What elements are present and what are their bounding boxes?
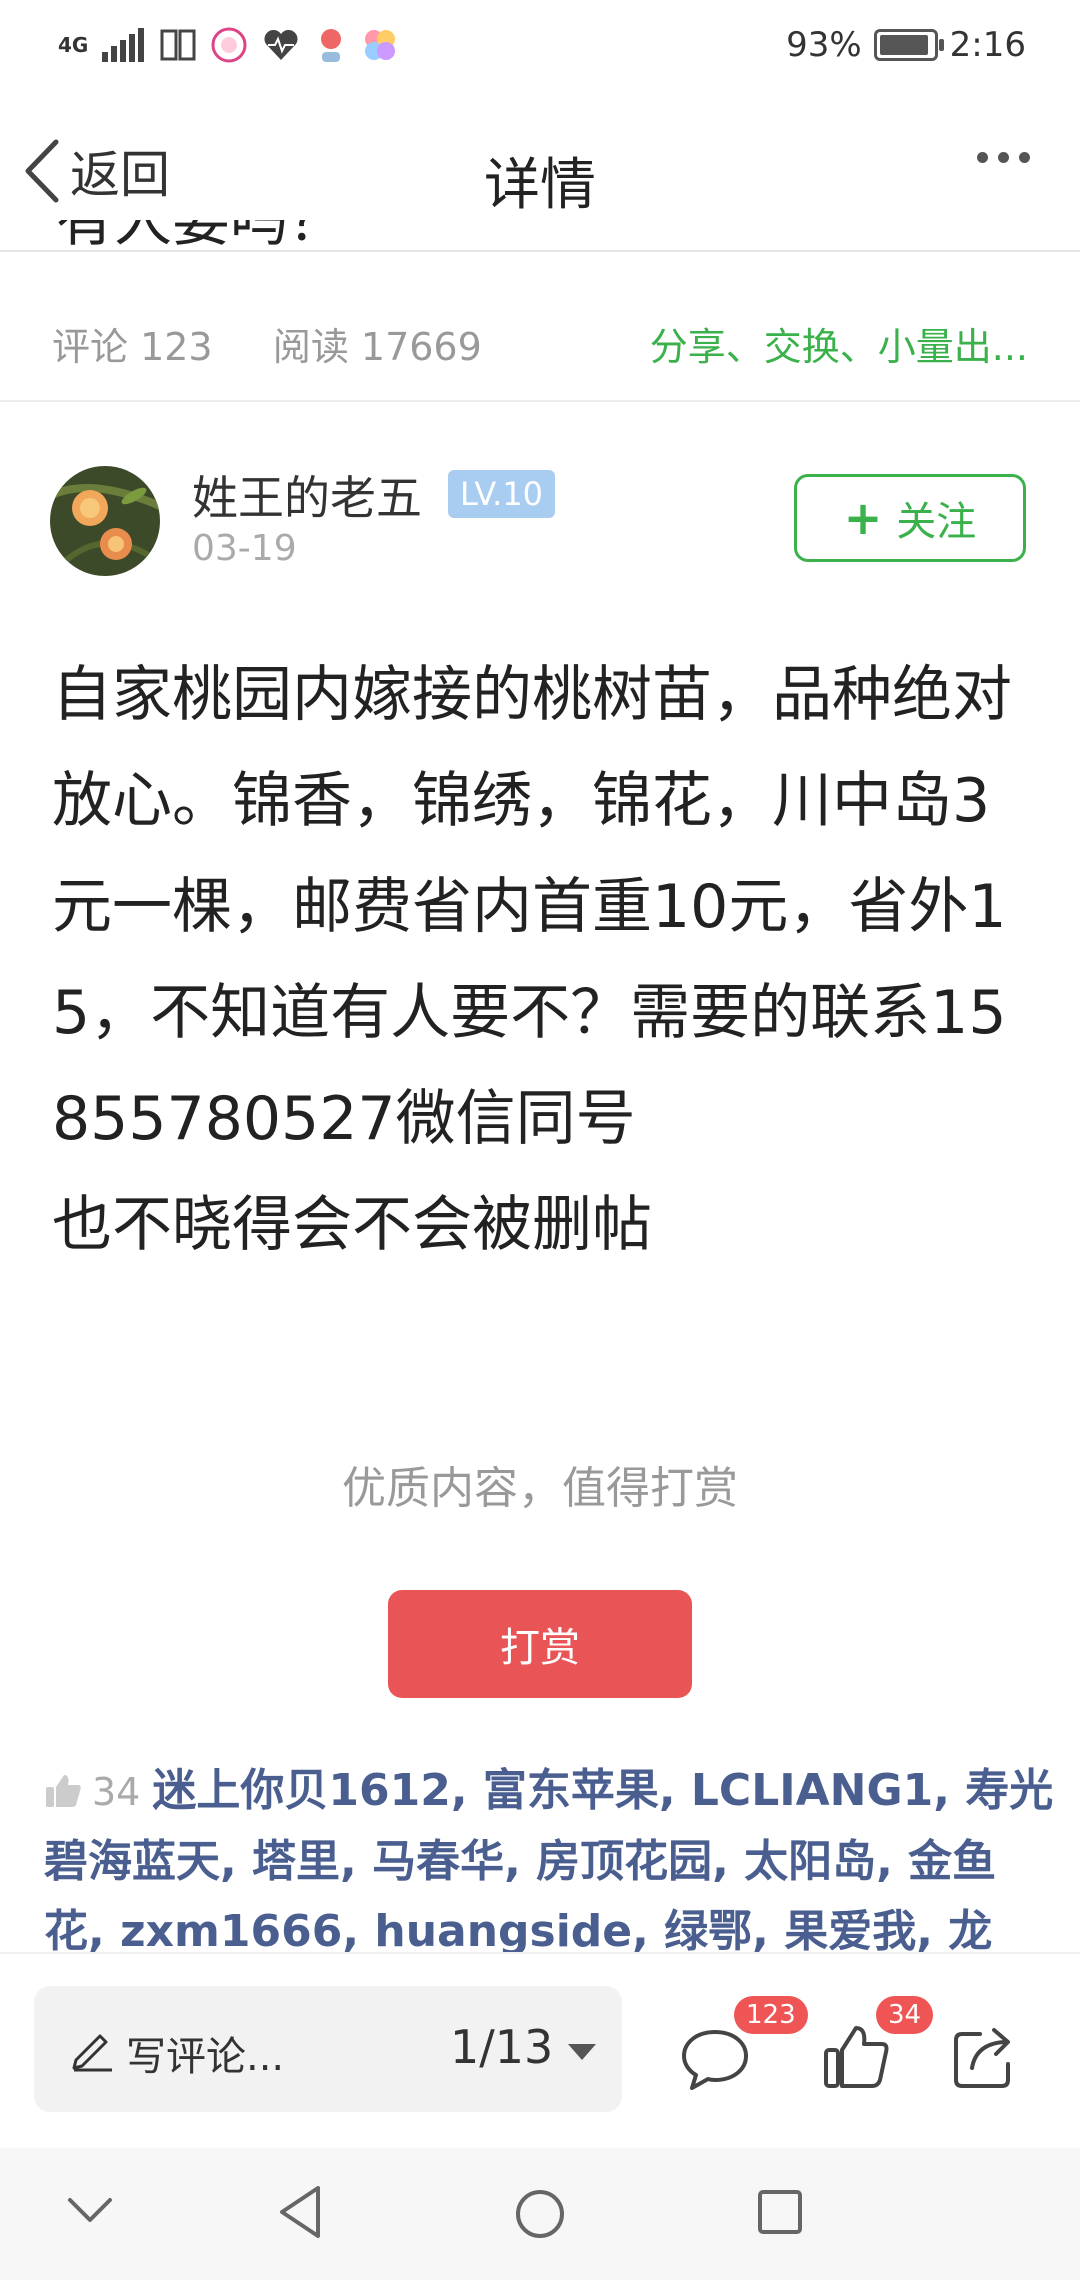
more-dots-icon[interactable] — [977, 152, 1030, 163]
thumbs-up-icon — [46, 1775, 81, 1807]
app-badge-icon — [211, 27, 247, 63]
recent-apps-square-icon[interactable] — [756, 2188, 804, 2236]
comment-count: 评论 123 — [52, 325, 213, 369]
post-body: 自家桃园内嫁接的桃树苗，品种绝对放心。锦香，锦绣，锦花，川中岛3元一棵，邮费省内… — [52, 642, 1036, 1278]
share-icon — [954, 2028, 1010, 2088]
photos-app-icon — [365, 30, 396, 60]
battery-level — [879, 35, 928, 55]
signal-icon — [102, 28, 145, 62]
system-nav-bar — [0, 2148, 1080, 2280]
status-icons-right: 93% 2:16 — [786, 22, 1026, 68]
likers-list: 34 迷上你贝1612, 富东苹果, LCLIANG1, 寿光碧海蓝天, 塔里, … — [44, 1756, 1054, 1952]
chevron-down-icon[interactable] — [66, 2196, 114, 2226]
comment-bubble-icon — [682, 2030, 748, 2090]
reward-button[interactable]: 打赏 — [388, 1590, 692, 1698]
write-comment-input[interactable]: 写评论... 1/13 — [34, 1986, 622, 2112]
post-paragraph: 自家桃园内嫁接的桃树苗，品种绝对放心。锦香，锦绣，锦花，川中岛3元一棵，邮费省内… — [52, 660, 1012, 1154]
follow-button[interactable]: + 关注 — [794, 474, 1026, 562]
back-triangle-icon[interactable] — [276, 2184, 324, 2240]
location-app-icon — [321, 29, 342, 62]
chevron-down-icon[interactable] — [568, 2044, 596, 2060]
like-button[interactable] — [822, 2022, 892, 2092]
category-link[interactable]: 分享、交换、小量出... — [650, 316, 1028, 371]
author-name[interactable]: 姓王的老五 — [192, 462, 422, 528]
comment-placeholder: 写评论... — [126, 2034, 285, 2080]
reward-prompt: 优质内容，值得打赏 — [342, 1463, 738, 1514]
book-app-icon — [160, 29, 196, 61]
peach-avatar-image — [50, 466, 160, 576]
reward-button-label: 打赏 — [500, 1625, 580, 1671]
network-type-icon: 4G — [58, 33, 89, 57]
bottom-action-bar: 写评论... 1/13 123 34 — [0, 1952, 1080, 2150]
thumbs-up-icon — [824, 2026, 889, 2088]
share-button[interactable] — [950, 2022, 1020, 2092]
read-count: 阅读 17669 — [272, 325, 482, 369]
home-circle-icon[interactable] — [514, 2188, 566, 2240]
page-title: 详情 — [484, 153, 596, 218]
follow-label: 关注 — [896, 499, 977, 545]
battery-icon — [873, 29, 944, 61]
plus-icon: + — [843, 491, 883, 545]
post-date: 03-19 — [192, 528, 297, 569]
like-count: 34 — [92, 1770, 141, 1814]
pencil-icon — [72, 2034, 112, 2072]
post-paragraph: 也不晓得会不会被删帖 — [52, 1190, 652, 1260]
liker-names[interactable]: 迷上你贝1612, 富东苹果, LCLIANG1, 寿光碧海蓝天, 塔里, 马春… — [44, 1765, 1053, 1952]
like-count-badge: 34 — [876, 1996, 934, 2034]
previous-post-cutoff-text: 有人要吗？ — [56, 220, 347, 254]
avatar[interactable] — [50, 466, 160, 576]
post-meta-row: 评论 123 阅读 17669 分享、交换、小量出... — [0, 300, 1080, 402]
comment-count-badge: 123 — [734, 1996, 808, 2034]
clock: 2:16 — [949, 25, 1026, 65]
post-stats: 评论 123 阅读 17669 — [52, 316, 482, 371]
status-bar: 4G 93% 2:16 — [0, 0, 1080, 90]
comments-button[interactable] — [680, 2024, 750, 2094]
page-indicator[interactable]: 1/13 — [450, 2020, 553, 2074]
level-badge: LV.10 — [448, 470, 555, 518]
status-icons-left: 4G — [58, 22, 398, 68]
battery-percent: 93% — [786, 25, 862, 65]
heart-rate-icon — [264, 29, 298, 60]
